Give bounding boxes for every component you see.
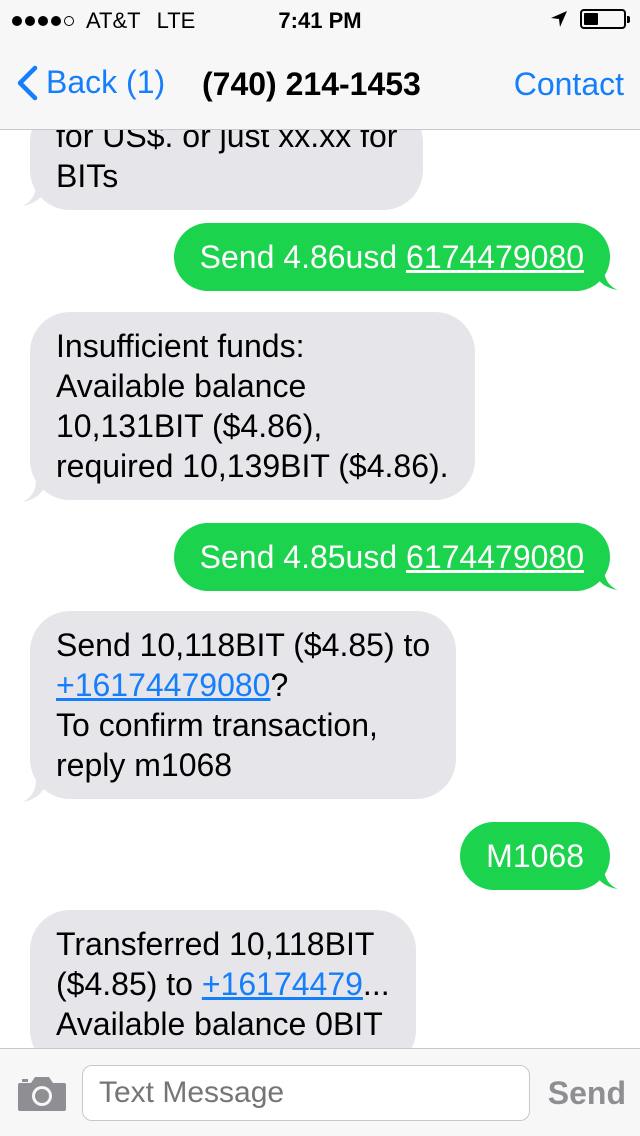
message-text-line: BITs (56, 158, 119, 194)
message-list[interactable]: for US$. or just xx.xx for BITs Send 4.8… (0, 130, 640, 1048)
received-message: Send 10,118BIT ($4.85) to +16174479080? … (30, 611, 457, 799)
message-text-line: +16174479080? (56, 665, 430, 705)
message-text-line: Send 10,118BIT ($4.85) to (56, 627, 431, 663)
received-message: Transferred 10,118BIT ($4.85) to +161744… (30, 910, 416, 1048)
message-text: ... (362, 966, 390, 1002)
status-right (550, 9, 630, 29)
message-text-line: Insufficient funds: (56, 328, 305, 364)
battery-icon (580, 9, 630, 29)
message-text-line: Available balance 0BIT (56, 1006, 383, 1042)
sent-message: M1068 (460, 822, 610, 890)
phone-number-link[interactable]: 6174479080 (406, 539, 584, 575)
back-button-label: Back (1) (46, 64, 166, 100)
phone-number-link[interactable]: 6174479080 (406, 239, 584, 275)
message-text-line: 10,131BIT ($4.86), (56, 408, 323, 444)
message-text: M1068 (486, 838, 584, 874)
bubble-tail (22, 480, 48, 502)
conversation-title: (740) 214-1453 (202, 66, 421, 102)
camera-icon[interactable] (16, 1073, 68, 1113)
message-text-line: for US$. or just xx.xx for (56, 130, 398, 154)
message-text-line: To confirm transaction, (56, 707, 378, 743)
sent-message: Send 4.86usd 6174479080 (173, 223, 610, 291)
message-text: Send 4.85usd (199, 539, 407, 575)
message-text-line: Available balance (56, 368, 307, 404)
message-text-input[interactable] (82, 1065, 530, 1121)
phone-number-link[interactable]: +16174479080 (56, 667, 270, 703)
bubble-tail (22, 184, 48, 206)
contact-button[interactable]: Contact (514, 66, 624, 103)
message-text: ($4.85) to (56, 966, 202, 1002)
message-text-line: required 10,139BIT ($4.86). (56, 448, 449, 484)
message-text: ? (270, 667, 289, 703)
message-input-bar: Send (0, 1048, 640, 1136)
message-text: Send 4.86usd (199, 239, 407, 275)
received-message: Insufficient funds: Available balance 10… (30, 312, 475, 500)
back-button[interactable]: Back (1) (16, 64, 165, 101)
message-text-line: Transferred 10,118BIT (56, 926, 375, 962)
sent-message: Send 4.85usd 6174479080 (173, 523, 610, 591)
bubble-tail (592, 268, 618, 290)
received-message: for US$. or just xx.xx for BITs (30, 130, 424, 210)
message-text-line: reply m1068 (56, 747, 233, 783)
navigation-bar: Back (1) (740) 214-1453 Contact (0, 40, 640, 130)
status-time: 7:41 PM (278, 8, 362, 33)
chevron-left-icon (17, 65, 38, 100)
message-text-line: ($4.85) to +16174479... (56, 964, 390, 1004)
messages-screen: AT&T LTE 7:41 PM Back (1) (740) 214-1453… (0, 0, 640, 1136)
status-bar: AT&T LTE 7:41 PM (0, 0, 640, 40)
location-arrow-icon (551, 11, 567, 27)
phone-number-link[interactable]: +16174479 (202, 966, 363, 1002)
bubble-tail (592, 568, 618, 590)
bubble-tail (22, 780, 48, 802)
send-button[interactable]: Send (548, 1075, 626, 1112)
bubble-tail (592, 867, 618, 889)
